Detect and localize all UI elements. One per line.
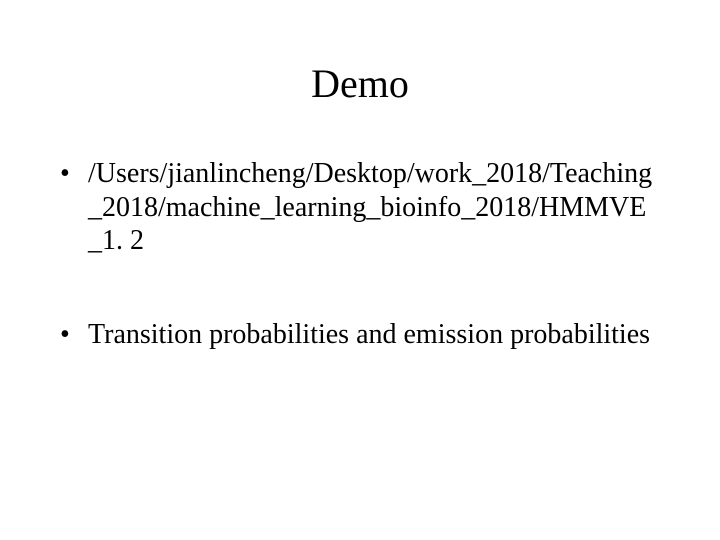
slide-container: Demo /Users/jianlincheng/Desktop/work_20… — [0, 0, 720, 540]
list-item: /Users/jianlincheng/Desktop/work_2018/Te… — [60, 157, 660, 258]
slide-title: Demo — [60, 60, 660, 107]
list-item: Transition probabilities and emission pr… — [60, 318, 660, 352]
bullet-list: /Users/jianlincheng/Desktop/work_2018/Te… — [60, 157, 660, 351]
